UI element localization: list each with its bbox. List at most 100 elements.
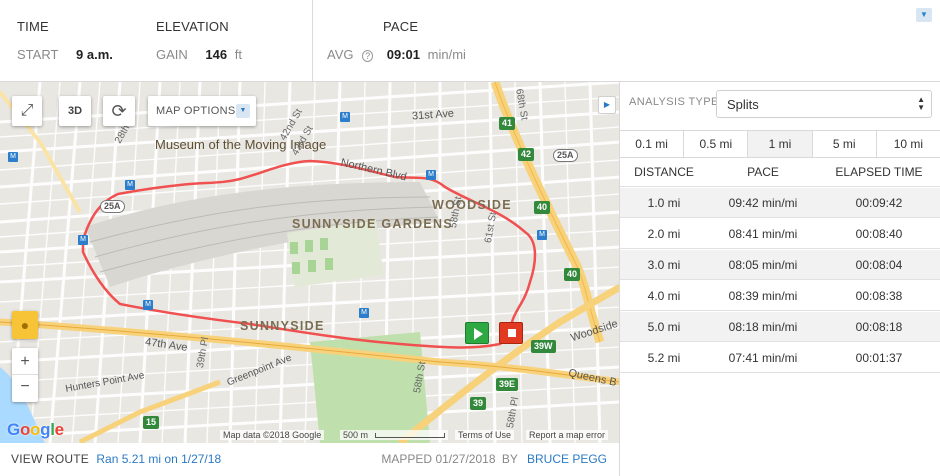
shield-39w: 39W xyxy=(531,340,556,353)
info-icon[interactable]: ? xyxy=(362,50,374,62)
report-error-link[interactable]: Report a map error xyxy=(526,430,609,440)
scale-text: 500 m xyxy=(343,430,369,440)
map-options-button[interactable]: MAP OPTIONS ▼ xyxy=(148,96,256,126)
pace-cell: 09:42 min/mi xyxy=(728,196,798,210)
by-label: BY xyxy=(501,452,518,466)
chevron-right-icon[interactable]: ▶ xyxy=(598,96,616,114)
tab-0-1-mi[interactable]: 0.1 mi xyxy=(620,131,685,157)
pace-cell: 07:41 min/mi xyxy=(728,351,798,365)
analysis-type-label: ANALYSIS TYPE: xyxy=(629,96,723,108)
start-key: START xyxy=(17,47,59,62)
mapped-date: 01/27/2018 xyxy=(435,452,496,466)
museum-label: Museum of the Moving Image xyxy=(155,137,327,153)
zoom-out-button[interactable]: − xyxy=(12,375,38,402)
rotate-icon[interactable]: ⟳ xyxy=(103,96,135,126)
elapsed-column-header: ELAPSED TIME xyxy=(835,165,923,179)
google-letter: g xyxy=(40,420,51,439)
pace-cell: 08:39 min/mi xyxy=(728,289,798,303)
avg-value: 09:01 xyxy=(386,47,421,62)
table-row: 2.0 mi 08:41 min/mi 00:08:40 xyxy=(620,219,940,249)
pace-cell: 08:18 min/mi xyxy=(728,320,798,334)
shield-25a-west: 25A xyxy=(100,200,125,213)
elevation-stat: ELEVATION GAIN 146 ft xyxy=(150,0,310,82)
zoom-control: + − xyxy=(12,348,38,402)
subway-icon: M xyxy=(340,112,350,122)
subway-icon: M xyxy=(426,170,436,180)
pace-cell: 08:41 min/mi xyxy=(728,227,798,241)
time-stat: TIME START 9 a.m. xyxy=(0,0,150,82)
google-logo: Google xyxy=(7,420,64,440)
collapse-stats-button[interactable]: ▼ xyxy=(916,8,932,22)
subway-icon: M xyxy=(359,308,369,318)
splits-table-header: DISTANCE PACE ELAPSED TIME xyxy=(620,158,940,187)
sunnyside-gardens-label: SUNNYSIDE GARDENS xyxy=(292,217,454,231)
analysis-type-value: Splits xyxy=(727,97,759,112)
tab-1-mi[interactable]: 1 mi xyxy=(748,131,813,157)
distance-column-header: DISTANCE xyxy=(634,165,694,179)
google-letter: o xyxy=(19,420,31,439)
distance-cell: 1.0 mi xyxy=(647,196,681,210)
map-data-attribution: Map data ©2018 Google xyxy=(220,430,325,440)
gain-unit: ft xyxy=(234,47,242,62)
pace-cell: 08:05 min/mi xyxy=(728,258,798,272)
elapsed-cell: 00:01:37 xyxy=(855,351,903,365)
author-link[interactable]: BRUCE PEGG xyxy=(527,452,607,466)
shield-40-b: 40 xyxy=(564,268,581,281)
museum-text: Museum of the Moving Image xyxy=(155,137,327,152)
tab-10-mi[interactable]: 10 mi xyxy=(877,131,940,157)
elapsed-cell: 00:08:18 xyxy=(855,320,903,334)
shield-40-a: 40 xyxy=(534,201,551,214)
start-marker-icon[interactable] xyxy=(465,322,489,344)
google-letter: G xyxy=(7,420,20,439)
shield-25a-east: 25A xyxy=(553,149,578,162)
elapsed-cell: 00:08:04 xyxy=(855,258,903,272)
elapsed-cell: 00:08:40 xyxy=(855,227,903,241)
woodside-label: WOODSIDE xyxy=(432,198,512,212)
pace-header: PACE xyxy=(383,19,419,34)
end-marker-icon[interactable] xyxy=(499,322,523,344)
subway-icon: M xyxy=(125,180,135,190)
subway-icon: M xyxy=(8,152,18,162)
table-row: 1.0 mi 09:42 min/mi 00:09:42 xyxy=(620,188,940,218)
zoom-in-button[interactable]: + xyxy=(12,348,38,375)
shield-39: 39 xyxy=(470,397,487,410)
elapsed-cell: 00:08:38 xyxy=(855,289,903,303)
table-row: 5.2 mi 07:41 min/mi 00:01:37 xyxy=(620,343,940,373)
map-scale-label: 500 m xyxy=(340,430,448,440)
table-row: 4.0 mi 08:39 min/mi 00:08:38 xyxy=(620,281,940,311)
3d-view-button[interactable]: 3D xyxy=(59,96,91,126)
gain-key: GAIN xyxy=(156,47,188,62)
distance-cell: 4.0 mi xyxy=(647,289,681,303)
route-map[interactable]: Museum of the Moving Image SUNNYSIDE GAR… xyxy=(0,82,620,443)
analysis-panel: ▶ ANALYSIS TYPE: Splits ▲ ▼ 0.1 mi 0.5 mi… xyxy=(598,82,940,476)
distance-cell: 5.2 mi xyxy=(647,351,681,365)
tab-5-mi[interactable]: 5 mi xyxy=(813,131,877,157)
route-description-link[interactable]: Ran 5.21 mi on 1/27/18 xyxy=(96,452,221,466)
table-row: 3.0 mi 08:05 min/mi 00:08:04 xyxy=(620,250,940,280)
route-footer: VIEW ROUTE Ran 5.21 mi on 1/27/18 MAPPED… xyxy=(0,443,620,476)
shield-15: 15 xyxy=(143,416,160,429)
avg-key: AVG xyxy=(327,47,354,62)
elevation-header: ELEVATION xyxy=(156,19,229,34)
map-options-label: MAP OPTIONS xyxy=(156,105,236,117)
distance-cell: 5.0 mi xyxy=(647,320,681,334)
gain-value: 146 xyxy=(205,47,228,62)
chevron-down-icon: ▼ xyxy=(236,104,250,118)
select-arrows-icon: ▲ ▼ xyxy=(917,95,925,112)
terms-link[interactable]: Terms of Use xyxy=(455,430,515,440)
google-letter: o xyxy=(30,420,41,439)
fullscreen-icon[interactable]: ⤢ xyxy=(12,96,42,126)
street-view-pegman-icon[interactable]: ● xyxy=(12,311,38,339)
subway-icon: M xyxy=(78,235,88,245)
google-letter: e xyxy=(54,420,64,439)
pace-stat: PACE AVG ? 09:01 min/mi xyxy=(313,0,613,82)
table-row: 5.0 mi 08:18 min/mi 00:08:18 xyxy=(620,312,940,342)
shield-39e: 39E xyxy=(496,378,519,391)
analysis-type-select[interactable]: Splits ▲ ▼ xyxy=(716,90,932,118)
tab-0-5-mi[interactable]: 0.5 mi xyxy=(684,131,749,157)
scale-bar xyxy=(374,433,445,439)
stats-bar: TIME START 9 a.m. ELEVATION GAIN 146 ft … xyxy=(0,0,940,82)
distance-cell: 3.0 mi xyxy=(647,258,681,272)
subway-icon: M xyxy=(537,230,547,240)
avg-unit: min/mi xyxy=(427,47,466,62)
